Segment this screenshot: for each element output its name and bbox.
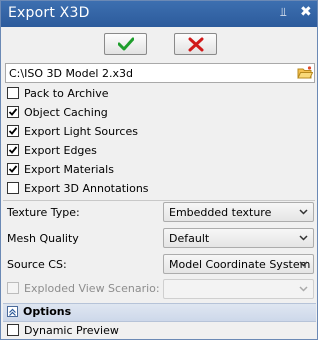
chevron-down-icon — [299, 235, 308, 241]
close-icon[interactable]: ✖ — [300, 4, 312, 20]
mesh-quality-label: Mesh Quality — [7, 232, 79, 245]
chevron-down-icon — [299, 286, 308, 292]
checkbox-box[interactable] — [7, 106, 19, 118]
chevron-down-icon — [299, 209, 308, 215]
checkbox-box[interactable] — [7, 163, 19, 175]
collapse-icon[interactable] — [7, 306, 18, 317]
panel-title: Export X3D — [8, 5, 90, 21]
checkbox-label: Pack to Archive — [24, 87, 109, 100]
texture-type-label: Texture Type: — [7, 206, 80, 219]
checkbox-box — [7, 282, 19, 294]
folder-icon[interactable] — [297, 65, 313, 81]
checkbox-label: Export 3D Annotations — [24, 182, 149, 195]
source-cs-value: Model Coordinate System — [169, 258, 311, 271]
export-x3d-panel: Export X3D ⫫ ✖ C:\ISO 3D Model 2.x3d Pac… — [0, 0, 318, 340]
ok-button[interactable] — [104, 33, 147, 55]
texture-type-dropdown[interactable]: Embedded texture — [163, 202, 314, 222]
chevron-down-icon — [299, 261, 308, 267]
checkmark-icon — [8, 165, 18, 173]
source-cs-label: Source CS: — [7, 258, 67, 271]
dynamic-preview-label: Dynamic Preview — [24, 324, 119, 337]
options-section-header[interactable]: Options — [3, 303, 316, 322]
source-cs-dropdown[interactable]: Model Coordinate System — [163, 254, 314, 274]
exploded-view-scenario-label: Exploded View Scenario: — [24, 282, 160, 295]
divider — [3, 200, 315, 201]
check-icon — [118, 37, 134, 51]
checkmark-icon — [8, 146, 18, 154]
file-path-value: C:\ISO 3D Model 2.x3d — [9, 67, 133, 80]
x-icon — [188, 37, 204, 52]
options-header-label: Options — [23, 305, 72, 318]
checkbox-box[interactable] — [7, 144, 19, 156]
checkbox-box[interactable] — [7, 324, 19, 336]
exploded-view-scenario-dropdown — [163, 279, 314, 299]
checkbox-box[interactable] — [7, 87, 19, 99]
checkbox-label: Export Edges — [24, 144, 97, 157]
checkbox-box[interactable] — [7, 125, 19, 137]
pin-icon[interactable]: ⫫ — [280, 5, 287, 20]
checkmark-icon — [8, 127, 18, 135]
checkbox-box[interactable] — [7, 182, 19, 194]
mesh-quality-value: Default — [169, 232, 210, 245]
title-bar: Export X3D ⫫ ✖ — [1, 1, 317, 27]
checkbox-label: Export Materials — [24, 163, 114, 176]
mesh-quality-dropdown[interactable]: Default — [163, 228, 314, 248]
checkbox-label: Object Caching — [24, 106, 108, 119]
cancel-button[interactable] — [174, 33, 217, 55]
file-path-input[interactable]: C:\ISO 3D Model 2.x3d — [5, 63, 315, 83]
checkbox-label: Export Light Sources — [24, 125, 138, 138]
texture-type-value: Embedded texture — [169, 206, 272, 219]
checkmark-icon — [8, 108, 18, 116]
